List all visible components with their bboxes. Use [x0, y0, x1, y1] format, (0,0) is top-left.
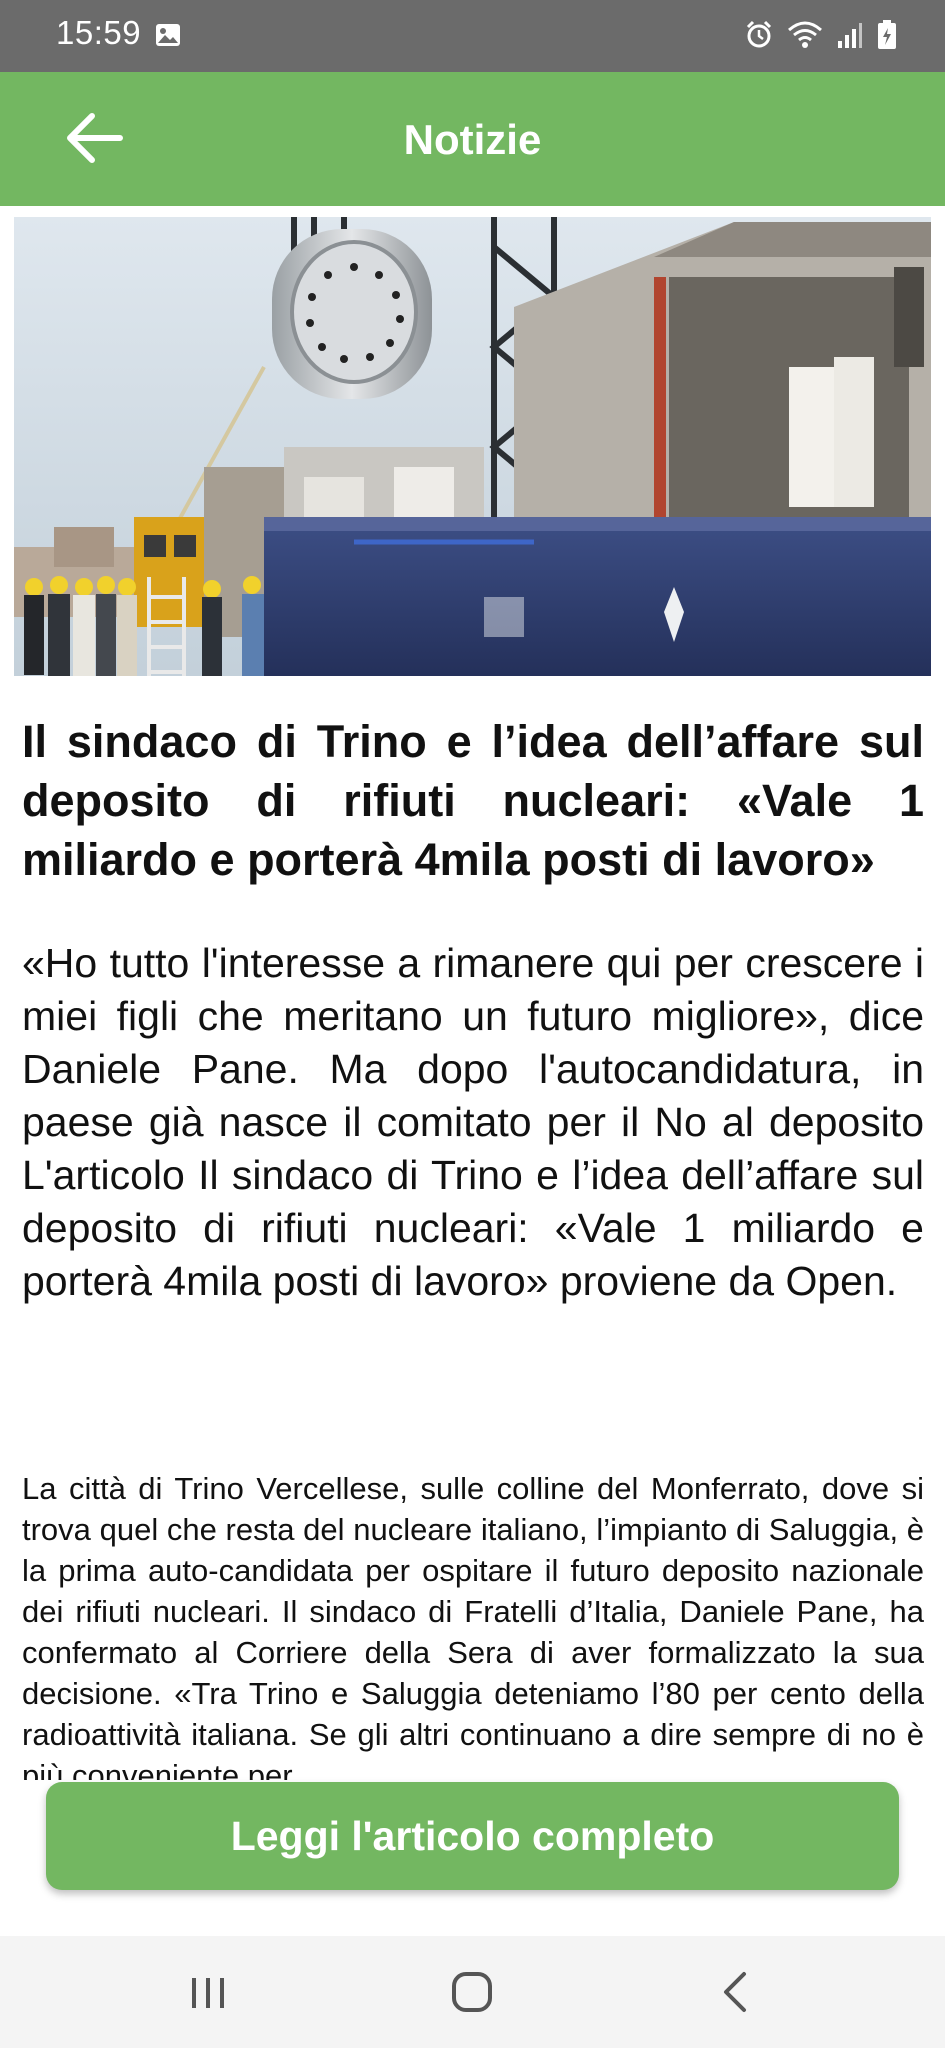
signal-icon [837, 21, 863, 54]
read-full-article-button[interactable]: Leggi l'articolo completo [46, 1782, 899, 1890]
status-icons [745, 20, 897, 55]
gallery-icon [154, 21, 182, 54]
status-bar: 15:59 [0, 0, 945, 72]
app-bar: Notizie [0, 72, 945, 206]
article-image [14, 217, 931, 676]
status-time: 15:59 [56, 14, 142, 51]
home-icon[interactable] [442, 1962, 502, 2022]
article-body-container[interactable]: La città di Trino Vercellese, sulle coll… [22, 1468, 924, 1780]
article-title: Il sindaco di Trino e l’idea dell’affare… [22, 716, 924, 885]
system-nav-bar [0, 1936, 945, 2048]
recent-apps-icon[interactable] [178, 1962, 238, 2022]
battery-icon [877, 20, 897, 55]
article-body: La città di Trino Vercellese, sulle coll… [22, 1471, 924, 1780]
back-icon[interactable] [706, 1962, 766, 2022]
wifi-icon [787, 20, 823, 55]
article-lead: «Ho tutto l'interesse a rimanere qui per… [22, 940, 924, 1304]
page-title: Notizie [403, 116, 542, 163]
alarm-icon [745, 20, 773, 55]
